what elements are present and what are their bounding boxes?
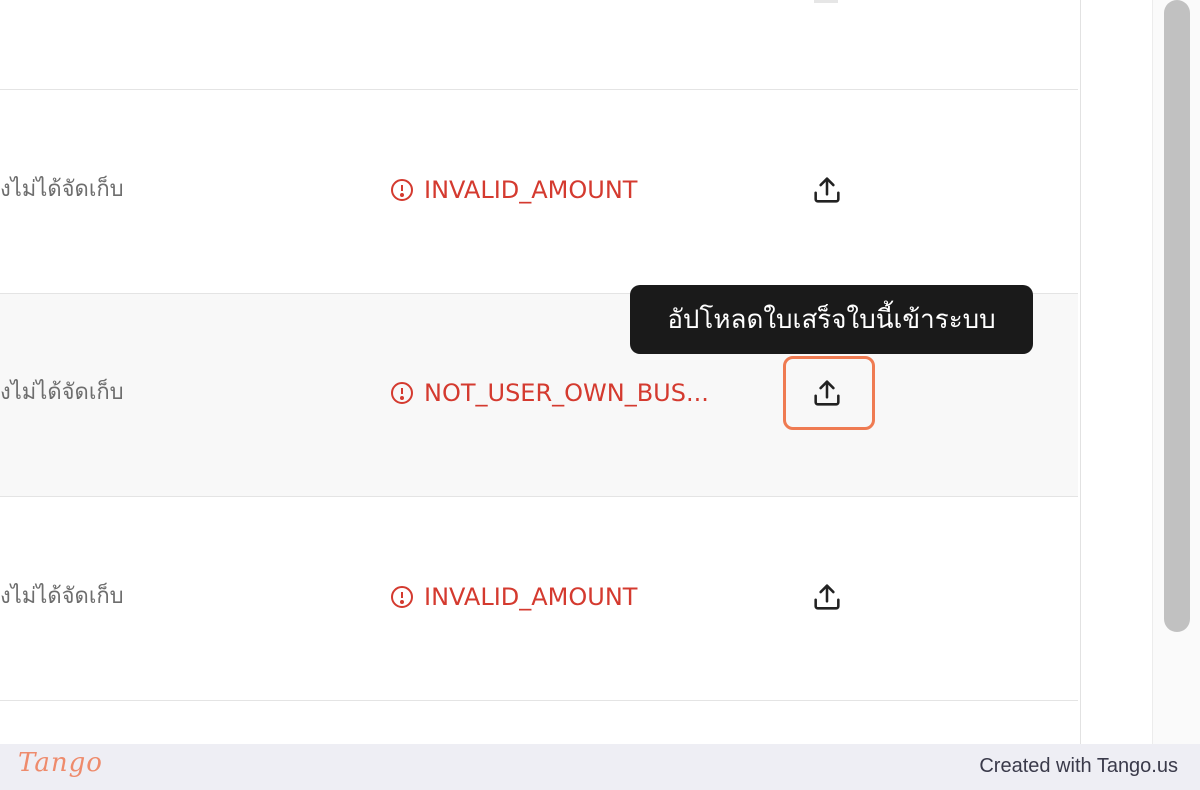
tango-credit: Created with Tango.us — [979, 755, 1178, 777]
row-divider — [0, 89, 1078, 90]
alert-circle-icon — [391, 382, 413, 404]
error-code: INVALID_AMOUNT — [424, 583, 638, 611]
receipts-table: ังไม่ได้จัดเก็บ INVALID_AMOUNT ังไม่ได้จ… — [0, 0, 1081, 744]
upload-icon — [814, 177, 840, 203]
scrollbar-thumb[interactable] — [1164, 0, 1190, 632]
row-divider — [0, 496, 1078, 497]
error-code: INVALID_AMOUNT — [424, 176, 638, 204]
upload-tooltip: อัปโหลดใบเสร็จใบนี้เข้าระบบ — [630, 285, 1033, 354]
upload-button[interactable] — [805, 168, 849, 212]
row-error: INVALID_AMOUNT — [390, 175, 637, 205]
row-divider — [0, 700, 1078, 701]
side-gutter — [1081, 0, 1151, 744]
upload-button[interactable] — [805, 575, 849, 619]
row-error: INVALID_AMOUNT — [390, 582, 637, 612]
click-highlight — [783, 356, 875, 430]
row-status: ังไม่ได้จัดเก็บ — [0, 177, 124, 202]
row-error: NOT_USER_OWN_BUS... — [390, 378, 709, 408]
alert-circle-icon — [391, 179, 413, 201]
alert-circle-icon — [391, 586, 413, 608]
tango-logo: Tango — [18, 748, 103, 778]
upload-icon — [814, 584, 840, 610]
error-code: NOT_USER_OWN_BUS... — [424, 379, 709, 407]
row-status: ังไม่ได้จัดเก็บ — [0, 380, 124, 405]
header-stub — [814, 0, 838, 3]
row-status: ังไม่ได้จัดเก็บ — [0, 584, 124, 609]
